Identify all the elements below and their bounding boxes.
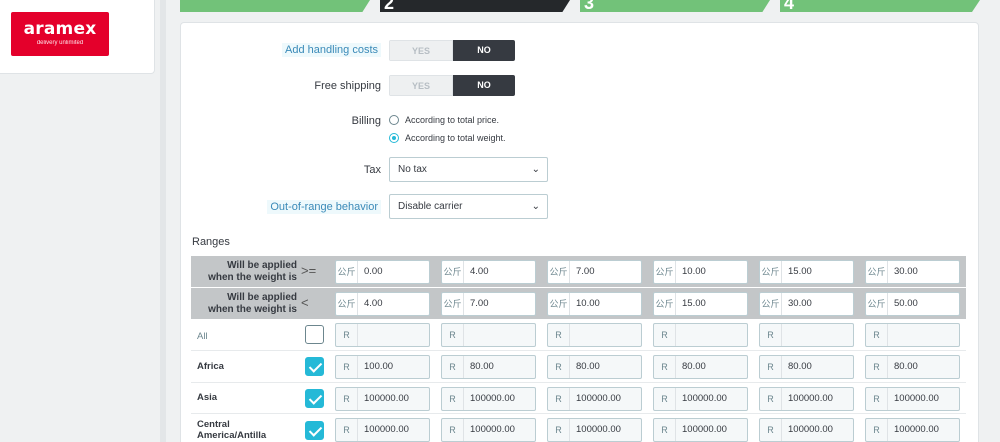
zone-price-input[interactable]: R (547, 323, 642, 347)
zone-price-input[interactable]: R 80.00 (547, 355, 642, 379)
billing-label: Billing (351, 115, 381, 127)
range-to-input[interactable]: 公斤 30.00 (759, 292, 854, 316)
billing-option-weight[interactable]: According to total weight. (389, 133, 506, 143)
zone-name: Asia (197, 392, 218, 403)
zone-checkbox[interactable] (305, 357, 324, 376)
billing-option-price[interactable]: According to total price. (389, 115, 499, 125)
step-3-number: 3 (584, 0, 595, 13)
logo-tagline: delivery unlimited (36, 40, 84, 46)
divider (160, 0, 166, 442)
range-from-input[interactable]: 公斤 10.00 (653, 260, 748, 284)
zone-price-input[interactable]: R (441, 323, 536, 347)
zone-price-input[interactable]: R 80.00 (865, 355, 960, 379)
handling-costs-toggle[interactable]: YES NO (389, 40, 515, 61)
billing-option-weight-label: According to total weight. (405, 133, 506, 143)
handling-no-option[interactable]: NO (453, 40, 515, 61)
range-from-row: Will be applied when the weight is >= 公斤 0… (191, 256, 966, 287)
range-to-label: Will be applied when the weight is (208, 292, 297, 315)
out-of-range-label: Out-of-range behavior (230, 198, 381, 216)
step-2-number: 2 (384, 0, 395, 13)
radio-weight[interactable] (389, 133, 399, 143)
handling-yes-option[interactable]: YES (389, 40, 453, 61)
step-1-tab[interactable] (180, 0, 370, 12)
handling-costs-label: Add handling costs (250, 41, 381, 59)
zone-price-input[interactable]: R 100.00 (335, 355, 430, 379)
range-from-input[interactable]: 公斤 7.00 (547, 260, 642, 284)
zone-checkbox[interactable] (305, 389, 324, 408)
zone-checkbox[interactable] (305, 421, 324, 440)
chevron-down-icon: ⌄ (531, 201, 540, 212)
operator-lt: < (301, 295, 309, 310)
zone-price-input[interactable]: R 80.00 (759, 355, 854, 379)
free-shipping-no-option[interactable]: NO (453, 75, 515, 96)
zone-row-asia: Asia R 100000.00 R 100000.00 R 100000.00 R1… (191, 383, 966, 414)
chevron-down-icon: ⌄ (531, 164, 540, 175)
range-to-input[interactable]: 公斤 7.00 (441, 292, 536, 316)
zone-price-input[interactable]: R (653, 323, 748, 347)
zone-price-input[interactable]: R (759, 323, 854, 347)
zone-row-all: All R R R R R R (191, 320, 966, 351)
zone-row-africa: Africa R 100.00 R 80.00 R 80.00 R 80.00 R 80.… (191, 351, 966, 383)
billing-option-price-label: According to total price. (405, 115, 500, 125)
zone-name: Central America/Antilla (197, 419, 267, 441)
range-to-input[interactable]: 公斤 15.00 (653, 292, 748, 316)
range-to-row: Will be applied when the weight is < 公斤 4.… (191, 288, 966, 319)
zone-price-input[interactable]: R (865, 323, 960, 347)
range-to-input[interactable]: 公斤 4.00 (335, 292, 430, 316)
operator-gte: >= (301, 263, 317, 278)
zone-price-input[interactable]: R 80.00 (441, 355, 536, 379)
aramex-logo: aramex delivery unlimited (11, 12, 109, 56)
range-from-label: Will be applied when the weight is (208, 260, 297, 283)
free-shipping-toggle[interactable]: YES NO (389, 75, 515, 96)
range-to-input[interactable]: 公斤 10.00 (547, 292, 642, 316)
step-4-number: 4 (784, 0, 795, 13)
zone-name: Africa (197, 361, 224, 372)
zone-price-input[interactable]: R 80.00 (653, 355, 748, 379)
zone-price-input[interactable]: R 100000.00 (547, 418, 642, 442)
free-shipping-label: Free shipping (314, 80, 381, 92)
range-from-input[interactable]: 公斤 15.00 (759, 260, 854, 284)
wizard-steps: 2 3 4 (180, 0, 980, 12)
zone-name: All (197, 331, 208, 342)
zone-price-input[interactable]: R 100000.00 (653, 387, 748, 411)
zone-price-input[interactable]: R 100000.00 (865, 418, 960, 442)
zone-price-input[interactable]: R 100000.00 (441, 387, 536, 411)
tax-label: Tax (363, 164, 381, 176)
zone-price-input[interactable]: R 100000.00 (759, 418, 854, 442)
zone-price-input[interactable]: R 100000.00 (441, 418, 536, 442)
zone-price-input[interactable]: R 100000.00 (759, 387, 854, 411)
out-of-range-select[interactable]: Disable carrier ⌄ (389, 194, 548, 219)
range-to-input[interactable]: 公斤 50.00 (865, 292, 960, 316)
zone-price-input[interactable]: R 100000.00 (547, 387, 642, 411)
zone-row-central-america: Central America/Antilla R 100000.00 R 10000… (191, 414, 966, 442)
tax-select-value: No tax (398, 164, 427, 175)
zone-checkbox[interactable] (305, 325, 324, 344)
range-from-input[interactable]: 公斤 4.00 (441, 260, 536, 284)
radio-price[interactable] (389, 115, 399, 125)
zone-price-input[interactable]: R 100000.00 (865, 387, 960, 411)
ranges-title: Ranges (192, 236, 230, 248)
zone-price-input[interactable]: R 100000.00 (653, 418, 748, 442)
logo-card: aramex delivery unlimited (0, 0, 155, 74)
out-of-range-select-value: Disable carrier (398, 201, 463, 212)
free-shipping-yes-option[interactable]: YES (389, 75, 453, 96)
zone-price-input[interactable]: R 100000.00 (335, 418, 430, 442)
zone-price-input[interactable]: R 100000.00 (335, 387, 430, 411)
range-from-input[interactable]: 公斤 0.00 (335, 260, 430, 284)
step-4-tab[interactable]: 4 (780, 0, 980, 12)
step-2-tab[interactable]: 2 (380, 0, 570, 12)
step-3-tab[interactable]: 3 (580, 0, 770, 12)
logo-brand-text: aramex (23, 19, 97, 39)
tax-select[interactable]: No tax ⌄ (389, 157, 548, 182)
range-from-input[interactable]: 公斤 30.00 (865, 260, 960, 284)
zone-price-input[interactable]: R (335, 323, 430, 347)
